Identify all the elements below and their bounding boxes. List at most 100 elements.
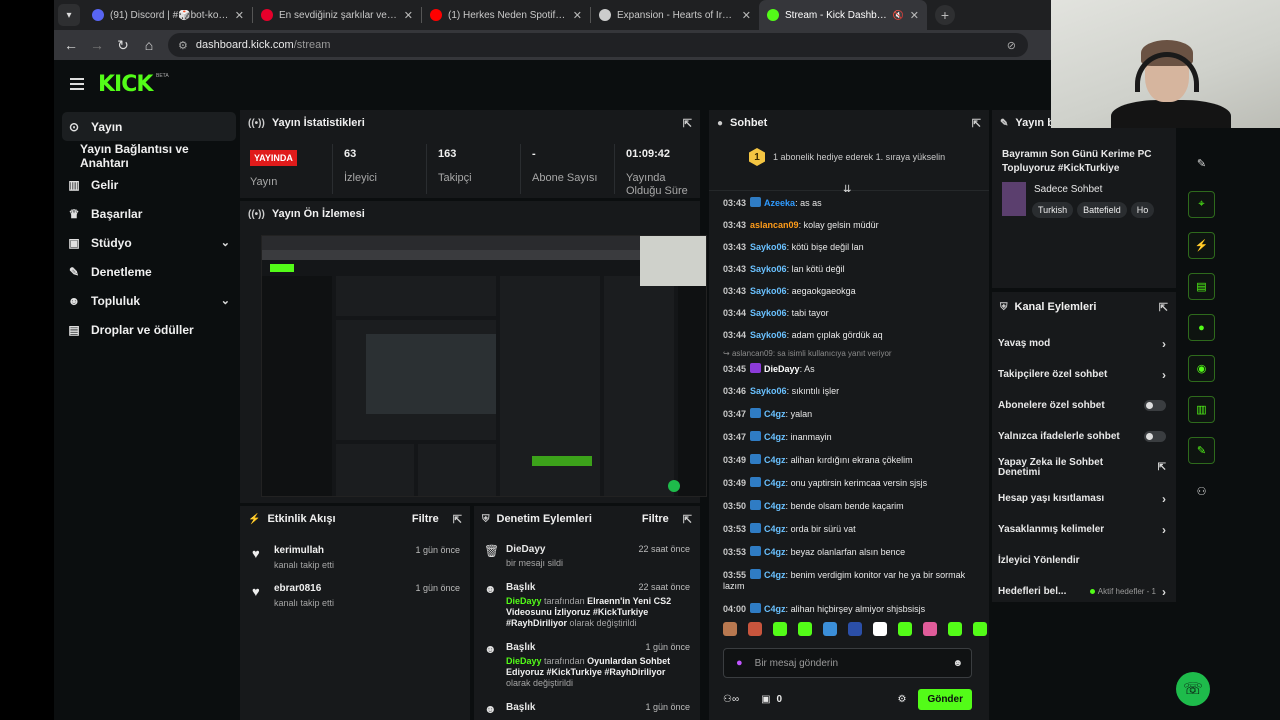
chevron-down-icon[interactable]: ⌄ [221, 294, 230, 307]
toggle-switch[interactable] [1144, 400, 1166, 411]
emote-icon[interactable] [723, 622, 737, 636]
emote-icon[interactable] [973, 622, 987, 636]
chat-input[interactable]: ● Bir mesaj gönderin ☻ [723, 648, 972, 678]
close-icon[interactable]: ✕ [742, 9, 751, 22]
chat-username[interactable]: C4gz [764, 524, 786, 534]
sidebar-item-6[interactable]: ☻ Topluluk ⌄ [54, 286, 236, 315]
mute-icon[interactable]: 🔇 [893, 10, 904, 21]
sidebar-item-2[interactable]: ▥ Gelir [54, 170, 236, 199]
chat-username[interactable]: C4gz [764, 478, 786, 488]
tag-chip[interactable]: Ho [1130, 202, 1155, 218]
layout-icon[interactable]: ▥ [1188, 396, 1215, 423]
chevron-right-icon[interactable]: › [1162, 585, 1166, 599]
points-icon[interactable]: ▣ [761, 694, 770, 705]
close-icon[interactable]: ✕ [573, 9, 582, 22]
close-icon[interactable]: ✕ [404, 9, 413, 22]
close-icon[interactable]: ✕ [235, 9, 244, 22]
mic-icon[interactable]: ● [736, 657, 743, 669]
chat-username[interactable]: aslancan09 [750, 220, 799, 230]
popout-icon[interactable]: ⇱ [683, 513, 692, 526]
sidebar-item-5[interactable]: ✎ Denetleme [54, 257, 236, 286]
users-icon[interactable]: ⚇ [1188, 478, 1215, 505]
chevron-right-icon[interactable]: › [1162, 523, 1166, 537]
channel-action-row[interactable]: Hesap yaşı kısıtlaması › [992, 483, 1176, 514]
home-button[interactable]: ⌂ [136, 37, 162, 53]
toggle-switch[interactable] [1144, 431, 1166, 442]
chat-username[interactable]: Sayko06 [750, 386, 787, 396]
channel-action-row[interactable]: Yavaş mod › [992, 328, 1176, 359]
forward-button[interactable]: → [84, 37, 110, 53]
broadcast-icon[interactable]: ◉ [1188, 355, 1215, 382]
emote-icon[interactable] [823, 622, 837, 636]
chat-username[interactable]: Sayko06 [750, 308, 787, 318]
chat-username[interactable]: C4gz [764, 501, 786, 511]
support-icon[interactable]: ☏ [1176, 672, 1210, 706]
channel-action-row[interactable]: İzleyici Yönlendir [992, 545, 1176, 576]
send-button[interactable]: Gönder [918, 688, 972, 710]
channel-action-row[interactable]: Takipçilere özel sohbet › [992, 359, 1176, 390]
eye-off-icon[interactable]: ⊘ [1007, 39, 1016, 52]
sidebar-item-4[interactable]: ▣ Stüdyo ⌄ [54, 228, 236, 257]
emote-icon[interactable] [798, 622, 812, 636]
channel-action-row[interactable]: Hedefleri bel... Aktif hedefler - 1 › [992, 576, 1176, 607]
mod-actor[interactable]: DieDayy [506, 656, 542, 666]
sidebar-item-7[interactable]: ▤ Droplar ve ödüller [54, 315, 236, 344]
chat-username[interactable]: Azeeka [764, 198, 795, 208]
popout-icon[interactable]: ⇱ [453, 513, 462, 526]
chat-username[interactable]: C4gz [764, 409, 786, 419]
tab-search-icon[interactable]: ▾ [58, 4, 80, 26]
url-field[interactable]: ⚙ dashboard.kick.com/stream ⊘ [168, 33, 1028, 57]
chat-username[interactable]: Sayko06 [750, 264, 787, 274]
chat-bubble-icon[interactable]: ● [1188, 314, 1215, 341]
settings-gear-icon[interactable]: ⚙ [897, 694, 906, 705]
channel-action-row[interactable]: Yalnızca ifadelerle sohbet [992, 421, 1176, 452]
emoji-icon[interactable]: ☻ [952, 658, 963, 669]
chat-username[interactable]: DieDayy [764, 364, 800, 374]
chevron-right-icon[interactable]: › [1162, 368, 1166, 382]
document-icon[interactable]: ▤ [1188, 273, 1215, 300]
lightning-icon[interactable]: ⚡ [1188, 232, 1215, 259]
mod-actor[interactable]: DieDayy [506, 596, 542, 606]
channel-action-row[interactable]: Yasaklanmış kelimeler › [992, 514, 1176, 545]
chevron-right-icon[interactable]: › [1162, 337, 1166, 351]
new-tab-button[interactable]: + [935, 5, 955, 25]
chat-username[interactable]: Sayko06 [750, 242, 787, 252]
channel-action-row[interactable]: Abonelere özel sohbet [992, 390, 1176, 421]
scan-icon[interactable]: ⌖ [1188, 191, 1215, 218]
chat-username[interactable]: C4gz [764, 604, 786, 614]
browser-tab[interactable]: En sevdiğiniz şarkılar ve albümle ✕ [253, 0, 421, 30]
channel-action-row[interactable]: Yapay Zeka ile Sohbet Denetimi ⇱ [992, 452, 1176, 483]
wrench-icon[interactable]: ✎ [1188, 437, 1215, 464]
browser-tab[interactable]: Expansion - Hearts of Iron IV: N ✕ [591, 0, 759, 30]
mod-filter-button[interactable]: Filtre [642, 513, 669, 525]
menu-icon[interactable] [70, 78, 84, 93]
chat-username[interactable]: C4gz [764, 455, 786, 465]
reload-button[interactable]: ↻ [110, 37, 136, 54]
sidebar-item-3[interactable]: ♛ Başarılar [54, 199, 236, 228]
browser-tab[interactable]: (1) Herkes Neden Spotify'ı Terk ✕ [422, 0, 590, 30]
chat-username[interactable]: C4gz [764, 570, 786, 580]
events-filter-button[interactable]: Filtre [412, 513, 439, 525]
browser-tab[interactable]: (91) Discord | #🎲bot-komut | ✕ [84, 0, 252, 30]
chat-username[interactable]: C4gz [764, 547, 786, 557]
back-button[interactable]: ← [58, 37, 84, 53]
pencil-icon[interactable]: ✎ [1188, 150, 1215, 177]
chevron-right-icon[interactable]: › [1162, 492, 1166, 506]
emote-icon[interactable] [923, 622, 937, 636]
site-info-icon[interactable]: ⚙ [178, 39, 188, 52]
stream-preview-video[interactable] [261, 235, 707, 497]
gift-leaderboard[interactable]: 1 1 abonelik hediye ederek 1. sıraya yük… [749, 148, 945, 166]
browser-tab[interactable]: Stream - Kick Dashboard 🔇 ✕ [759, 0, 927, 30]
kick-logo[interactable]: KICK [98, 72, 153, 97]
chat-username[interactable]: Sayko06 [750, 330, 787, 340]
emote-icon[interactable] [873, 622, 887, 636]
emote-icon[interactable] [948, 622, 962, 636]
emote-icon[interactable] [848, 622, 862, 636]
emote-icon[interactable] [898, 622, 912, 636]
category-name[interactable]: Sadece Sohbet [1034, 184, 1102, 195]
external-link-icon[interactable]: ⇱ [1158, 462, 1166, 473]
popout-icon[interactable]: ⇱ [1159, 301, 1168, 314]
emote-icon[interactable] [748, 622, 762, 636]
sidebar-item-0[interactable]: ⊙ Yayın [62, 112, 236, 141]
chat-username[interactable]: Sayko06 [750, 286, 787, 296]
